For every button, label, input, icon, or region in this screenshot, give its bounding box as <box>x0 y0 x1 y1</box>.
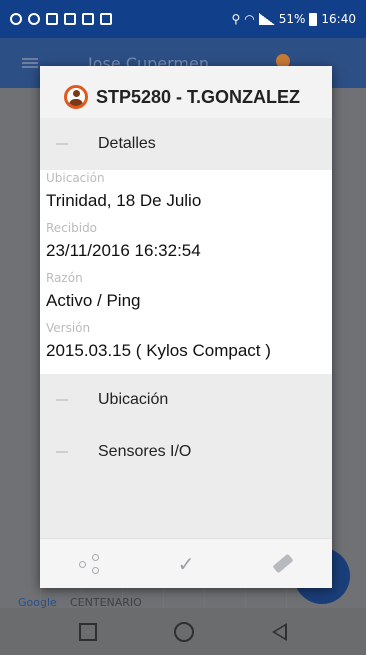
mail-icon <box>100 13 112 25</box>
field-value-location: Trinidad, 18 De Julio <box>46 191 202 210</box>
field-label-received: Recibido <box>46 221 98 235</box>
section-details[interactable]: Detalles <box>40 118 332 170</box>
notification-icons <box>10 13 112 25</box>
section-sensors-label: Sensores I/O <box>98 443 192 460</box>
field-value-received: 23/11/2016 16:32:54 <box>46 241 201 260</box>
collapse-icon <box>56 143 68 145</box>
dialog-empty-area <box>40 478 332 538</box>
driver-avatar-icon <box>64 85 88 109</box>
recent-apps-icon[interactable] <box>78 622 97 641</box>
navigation-bar <box>0 608 366 655</box>
signal-icon <box>258 13 275 25</box>
share-icon <box>78 553 99 574</box>
wifi-icon: ◠ <box>244 12 255 26</box>
menu-icon <box>22 58 38 68</box>
share-button[interactable] <box>69 544 109 584</box>
field-value-version: 2015.03.15 ( Kylos Compact ) <box>46 341 271 360</box>
section-location[interactable]: Ubicación <box>40 374 332 426</box>
collapse-icon <box>56 451 68 453</box>
clock: 16:40 <box>321 12 356 26</box>
details-fields: Ubicación Trinidad, 18 De Julio Recibido… <box>46 170 326 370</box>
dialog-title: STP5280 - T.GONZALEZ <box>96 86 301 107</box>
section-location-label: Ubicación <box>98 391 169 408</box>
ping-icon <box>272 553 294 574</box>
check-icon: ✓ <box>177 551 195 576</box>
battery-icon <box>309 12 318 26</box>
section-sensors[interactable]: Sensores I/O <box>40 426 332 478</box>
dialog-actions: ✓ <box>40 538 332 588</box>
ping-button[interactable] <box>263 544 303 584</box>
check-box-icon <box>82 13 94 25</box>
field-value-reason: Activo / Ping <box>46 291 141 310</box>
vehicle-detail-dialog: STP5280 - T.GONZALEZ Detalles Ubicación … <box>40 66 332 588</box>
section-details-label: Detalles <box>98 135 156 152</box>
collapse-icon <box>56 399 68 401</box>
battery-level: 51% <box>278 12 306 26</box>
confirm-button[interactable]: ✓ <box>166 544 206 584</box>
field-label-version: Versión <box>46 321 91 335</box>
back-icon[interactable] <box>272 622 288 641</box>
status-bar: ⚲ ◠ 51% 16:40 <box>0 0 366 38</box>
field-label-reason: Razón <box>46 271 83 285</box>
whatsapp-icon <box>28 13 40 25</box>
shield-icon <box>10 13 22 25</box>
image-icon <box>46 13 58 25</box>
message-icon <box>64 13 76 25</box>
field-label-location: Ubicación <box>46 171 105 185</box>
location-icon: ⚲ <box>231 12 241 26</box>
home-icon[interactable] <box>174 621 195 642</box>
